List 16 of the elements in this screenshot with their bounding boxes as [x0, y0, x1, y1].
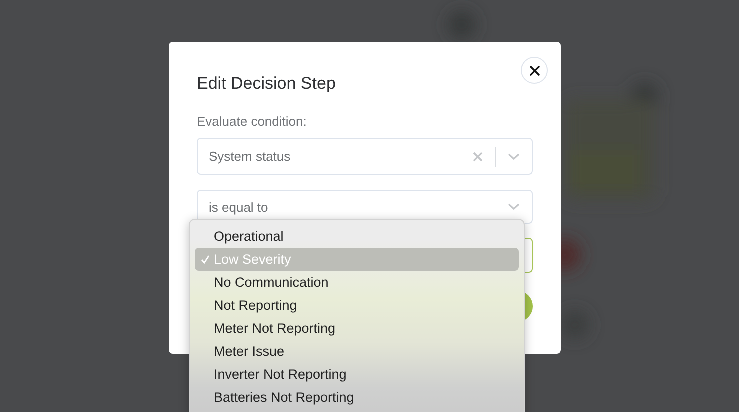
chevron-down-icon[interactable] [508, 203, 520, 211]
menu-option[interactable]: Inverter Not Reporting [195, 363, 519, 386]
menu-option[interactable]: Operational [195, 225, 519, 248]
menu-option[interactable]: Meter Not Reporting [195, 317, 519, 340]
menu-option[interactable]: No Communication [195, 271, 519, 294]
checkmark-icon [201, 255, 210, 264]
menu-option[interactable]: Not Reporting [195, 294, 519, 317]
clear-icon[interactable] [473, 152, 483, 162]
field-label: Evaluate condition: [197, 114, 308, 129]
chevron-down-icon[interactable] [508, 152, 520, 160]
menu-option[interactable]: Batteries Not Reporting [195, 386, 519, 409]
menu-option[interactable]: Meter Issue [195, 340, 519, 363]
close-icon [530, 66, 540, 76]
close-button[interactable] [521, 57, 548, 84]
condition-select[interactable]: System status [197, 138, 533, 175]
dialog-title: Edit Decision Step [197, 74, 336, 94]
